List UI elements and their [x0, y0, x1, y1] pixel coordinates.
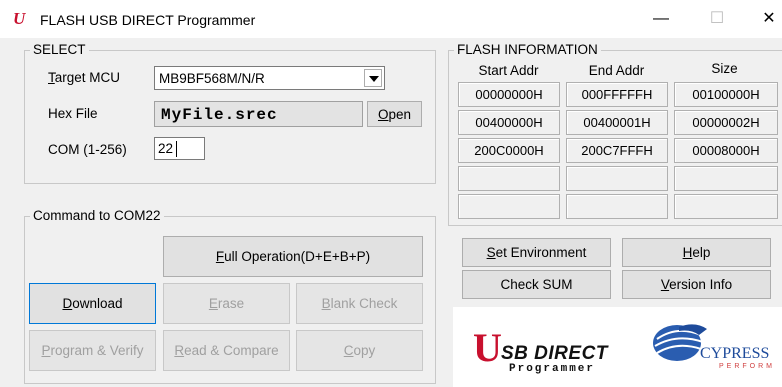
blank-check-button[interactable]: Blank Check: [296, 283, 423, 324]
table-cell: [458, 166, 560, 191]
version-info-button[interactable]: Version Info: [622, 270, 771, 299]
erase-button[interactable]: Erase: [163, 283, 290, 324]
title-bar: U FLASH USB DIRECT Programmer — ☐ ✕: [0, 0, 782, 38]
minimize-button[interactable]: —: [648, 6, 674, 32]
maximize-button[interactable]: ☐: [704, 6, 730, 32]
help-button[interactable]: Help: [622, 238, 771, 267]
flash-info-group-label: FLASH INFORMATION: [454, 42, 601, 58]
version-info-label: Version Info: [660, 277, 733, 292]
text-caret: [176, 141, 177, 157]
table-cell: 00100000H: [674, 82, 778, 107]
full-operation-button[interactable]: Full Operation(D+E+B+P): [163, 236, 423, 277]
table-cell: 000FFFFFH: [566, 82, 668, 107]
table-cell: 00008000H: [674, 138, 778, 163]
table-cell: 200C7FFFH: [566, 138, 668, 163]
header-start-addr: Start Addr: [478, 63, 539, 78]
com-value: 22: [158, 141, 174, 156]
chevron-down-icon[interactable]: [364, 69, 382, 87]
table-cell: 200C0000H: [458, 138, 560, 163]
erase-label: Erase: [208, 296, 245, 311]
cypress-logo-text: CYPRESS: [700, 345, 770, 362]
set-environment-label: Set Environment: [486, 245, 587, 260]
check-sum-button[interactable]: Check SUM: [462, 270, 611, 299]
read-compare-label: Read & Compare: [174, 343, 279, 358]
app-icon: U: [13, 9, 26, 28]
usb-direct-logo-sub: Programmer: [509, 363, 596, 375]
read-compare-button[interactable]: Read & Compare: [163, 330, 290, 371]
download-label: Download: [62, 296, 123, 311]
check-sum-label: Check SUM: [500, 277, 573, 292]
target-mcu-label: Target MCU: [48, 70, 121, 85]
target-mcu-value: MB9BF568M/N/R: [159, 71, 265, 86]
open-button-label: Open: [377, 106, 412, 122]
table-cell: [566, 194, 668, 219]
table-cell: [458, 194, 560, 219]
program-verify-label: Program & Verify: [41, 343, 144, 358]
select-group-label: SELECT: [30, 42, 89, 58]
target-mcu-select[interactable]: MB9BF568M/N/R: [154, 66, 385, 90]
command-group-label: Command to COM22: [30, 208, 164, 224]
cypress-logo-sub: PERFORM: [719, 363, 775, 370]
download-button[interactable]: Download: [29, 283, 156, 324]
hex-file-value: MyFile.srec: [161, 106, 278, 124]
table-cell: [674, 166, 778, 191]
table-cell: 00000002H: [674, 110, 778, 135]
help-label: Help: [682, 245, 711, 260]
close-button[interactable]: ✕: [756, 6, 782, 32]
blank-check-label: Blank Check: [321, 296, 398, 311]
table-cell: [674, 194, 778, 219]
hex-file-field[interactable]: MyFile.srec: [154, 101, 363, 127]
table-cell: 00000000H: [458, 82, 560, 107]
table-cell: 00400000H: [458, 110, 560, 135]
header-size: Size: [711, 61, 738, 76]
com-label: COM (1-256): [48, 142, 127, 157]
copy-label: Copy: [343, 343, 376, 358]
set-environment-button[interactable]: Set Environment: [462, 238, 611, 267]
open-button[interactable]: Open: [367, 101, 422, 127]
table-cell: 00400001H: [566, 110, 668, 135]
copy-button[interactable]: Copy: [296, 330, 423, 371]
program-verify-button[interactable]: Program & Verify: [29, 330, 156, 371]
usb-direct-logo-u: U: [473, 325, 502, 370]
com-input[interactable]: 22: [154, 137, 205, 160]
window-title: FLASH USB DIRECT Programmer: [40, 12, 256, 28]
logo-panel: U SB DIRECT Programmer CYPRESS PERFORM: [453, 307, 782, 387]
header-end-addr: End Addr: [588, 63, 645, 78]
hex-file-label: Hex File: [48, 106, 98, 121]
usb-direct-logo-text: SB DIRECT: [501, 343, 608, 364]
table-cell: [566, 166, 668, 191]
full-operation-label: Full Operation(D+E+B+P): [215, 249, 371, 264]
